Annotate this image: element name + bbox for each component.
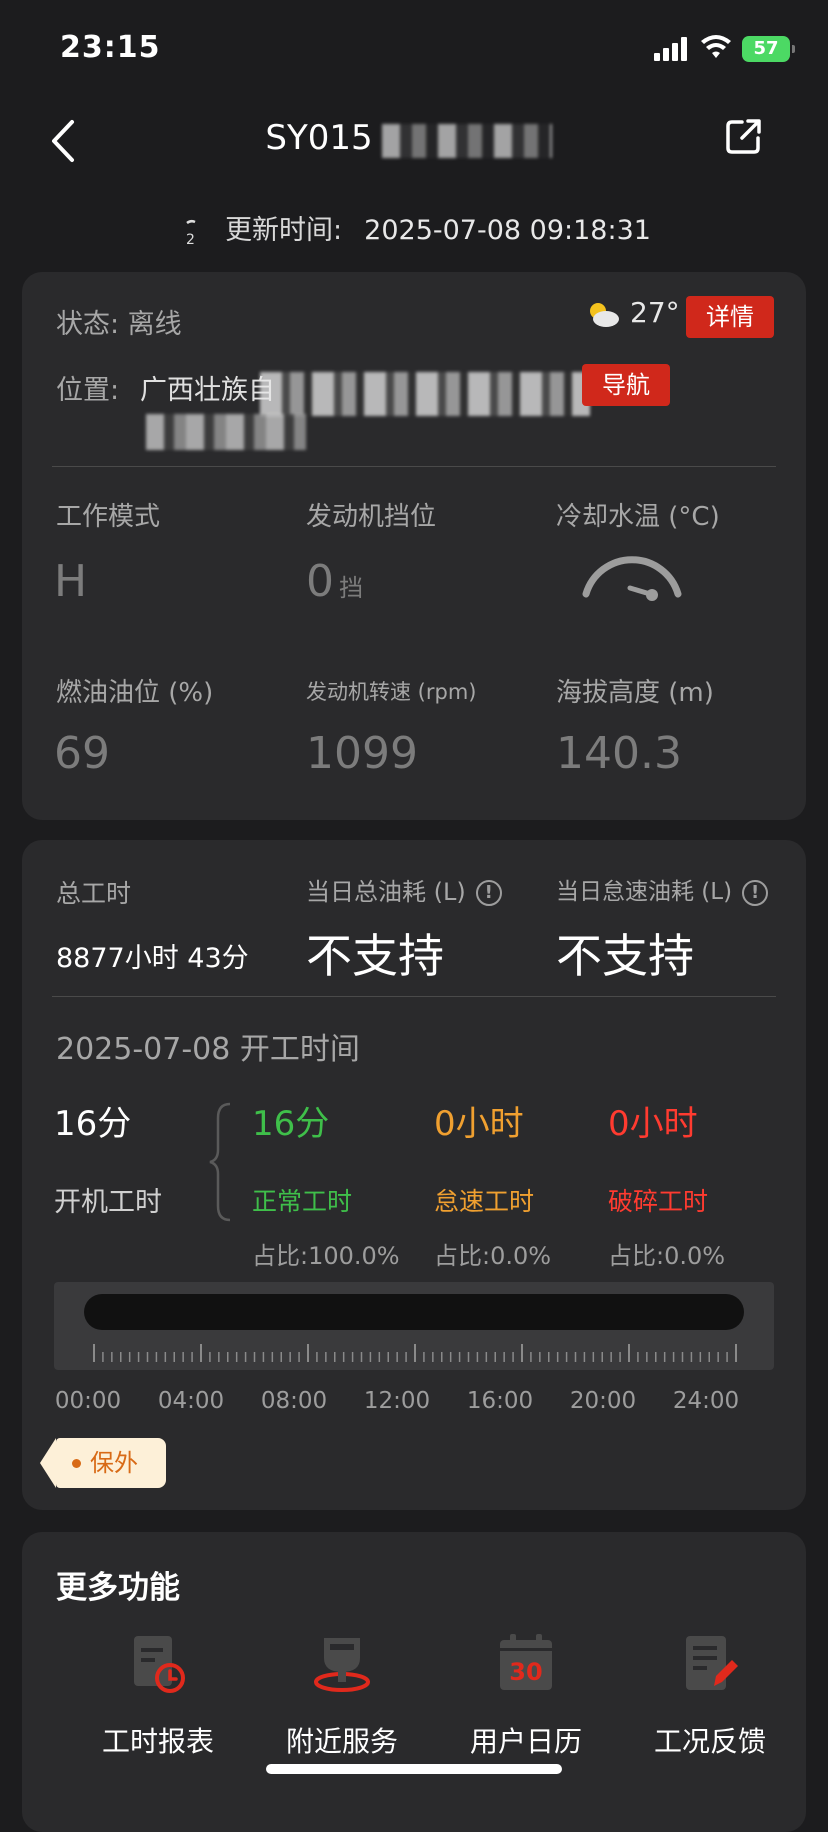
warranty-text: 保外 <box>90 1449 138 1477</box>
engine-gear: 0 挡 <box>306 556 363 607</box>
fuel-level-label: 燃油油位 (%) <box>56 678 214 708</box>
work-hours-card: 总工时 8877小时 43分 当日总油耗 (L)! 不支持 当日怠速油耗 (L)… <box>22 840 806 1510</box>
on-time-label: 开机工时 <box>54 1187 162 1218</box>
more-functions-card: 更多功能 工时报表 附近服务 30 用户日历 工况反馈 <box>22 1532 806 1832</box>
navigate-button[interactable]: 导航 <box>582 364 670 406</box>
timeline-tick-label: 20:00 <box>569 1388 637 1414</box>
device-id: SY015 <box>265 118 373 158</box>
status-card: 状态: 离线 27° 详情 位置: 广西壮族自 导航 工作模式 H 发动机挡位 … <box>22 272 806 820</box>
divider <box>52 996 776 997</box>
brace-icon <box>209 1102 231 1222</box>
hours-report-button[interactable]: 工时报表 <box>68 1632 248 1760</box>
user-calendar-label: 用户日历 <box>469 1725 582 1758</box>
idle-fuel-label-text: 当日怠速油耗 (L) <box>556 879 733 905</box>
idle-hours-value: 0小时 <box>434 1104 524 1144</box>
daily-fuel-value: 不支持 <box>306 929 444 983</box>
timeline-tick-label: 12:00 <box>363 1388 431 1414</box>
timeline-tick-label: 08:00 <box>260 1388 328 1414</box>
redacted-location-line2 <box>146 414 306 450</box>
update-time-value: 2025-07-08 09:18:31 <box>364 215 651 246</box>
work-mode-label: 工作模式 <box>56 502 161 532</box>
wifi-icon <box>701 35 731 58</box>
battery-level: 57 <box>753 38 779 59</box>
partly-cloudy-icon <box>590 303 619 327</box>
home-indicator[interactable] <box>266 1764 562 1774</box>
engine-speed-label: 发动机转速 (rpm) <box>306 680 477 704</box>
calendar-day: 30 <box>509 1658 542 1686</box>
normal-hours-value: 16分 <box>252 1104 330 1144</box>
coolant-temp-label: 冷却水温 (°C) <box>556 502 720 532</box>
idle-hours-ratio: 占比:0.0% <box>434 1242 552 1270</box>
engine-speed-value: 1099 <box>306 728 418 779</box>
divider <box>52 466 776 467</box>
status-text: 状态: 离线 <box>56 309 182 340</box>
info-icon[interactable]: ! <box>742 879 769 906</box>
user-calendar-button[interactable]: 30 用户日历 <box>436 1632 616 1760</box>
daily-fuel-label-text: 当日总油耗 (L) <box>306 878 466 906</box>
engine-gear-label: 发动机挡位 <box>306 502 437 532</box>
location-value: 广西壮族自 <box>140 375 275 406</box>
nearby-service-label: 附近服务 <box>285 1725 398 1758</box>
idle-fuel-value: 不支持 <box>556 929 694 983</box>
daily-fuel-label: 当日总油耗 (L)! <box>306 872 502 907</box>
timeline-tick-labels: 00:00 04:00 08:00 12:00 16:00 20:00 24:00 <box>55 1388 792 1418</box>
on-time-value: 16分 <box>54 1104 132 1144</box>
location-label: 位置: <box>56 375 120 406</box>
nav-bar: SY015 <box>0 100 828 180</box>
timeline-ticks <box>93 1344 737 1362</box>
timeline-tick-label: 16:00 <box>466 1388 534 1414</box>
redacted-title <box>382 124 552 158</box>
fuel-level-value: 69 <box>54 728 110 779</box>
status-bar: 23:15 57 <box>0 0 828 100</box>
timeline-tick-label: 04:00 <box>157 1388 225 1414</box>
break-hours-value: 0小时 <box>608 1104 698 1144</box>
refresh-count: 2 <box>186 232 195 247</box>
warranty-badge: 保外 <box>40 1438 166 1488</box>
update-time-row: 2 更新时间: 2025-07-08 09:18:31 <box>0 208 828 247</box>
timeline-tick-label: 24:00 <box>672 1388 740 1414</box>
refresh-icon[interactable]: 2 <box>177 217 207 247</box>
hours-report-icon <box>134 1636 185 1693</box>
work-mode-value: H <box>54 556 88 607</box>
status-time: 23:15 <box>60 30 161 65</box>
coolant-gauge-icon <box>582 556 682 601</box>
battery-icon: 57 <box>742 36 795 62</box>
idle-fuel-label: 当日怠速油耗 (L)! <box>556 872 769 906</box>
total-hours-label: 总工时 <box>56 879 132 908</box>
update-time-label: 更新时间: <box>225 215 343 246</box>
break-hours-label: 破碎工时 <box>608 1187 709 1216</box>
normal-hours-ratio: 占比:100.0% <box>252 1242 400 1270</box>
engine-gear-value: 0 <box>306 556 334 607</box>
signal-icon <box>654 37 690 61</box>
hours-report-label: 工时报表 <box>101 1725 214 1758</box>
info-icon[interactable]: ! <box>475 880 502 906</box>
work-timeline[interactable] <box>54 1282 774 1370</box>
timeline-tick-label: 00:00 <box>54 1388 122 1414</box>
engine-gear-unit: 挡 <box>339 574 364 602</box>
temperature: 27° <box>630 296 680 329</box>
warranty-dot <box>72 1459 81 1468</box>
condition-feedback-label: 工况反馈 <box>653 1725 766 1758</box>
altitude-value: 140.3 <box>556 728 682 779</box>
work-date-title: 2025-07-08 开工时间 <box>56 1032 360 1067</box>
redacted-location <box>260 372 590 416</box>
timeline-bar <box>84 1294 744 1330</box>
condition-feedback-button[interactable]: 工况反馈 <box>620 1632 800 1760</box>
user-calendar-icon: 30 <box>500 1634 552 1690</box>
idle-hours-label: 怠速工时 <box>434 1187 535 1216</box>
weather: 27° <box>584 296 680 329</box>
detail-button[interactable]: 详情 <box>686 296 774 338</box>
total-hours-value: 8877小时 43分 <box>56 943 249 974</box>
altitude-label: 海拔高度 (m) <box>556 678 714 708</box>
nearby-service-button[interactable]: 附近服务 <box>252 1632 432 1760</box>
break-hours-ratio: 占比:0.0% <box>608 1242 726 1270</box>
share-icon[interactable] <box>724 116 764 156</box>
nearby-service-icon <box>314 1638 370 1692</box>
more-functions-title: 更多功能 <box>56 1570 180 1606</box>
condition-feedback-icon <box>686 1636 738 1690</box>
normal-hours-label: 正常工时 <box>252 1187 353 1216</box>
